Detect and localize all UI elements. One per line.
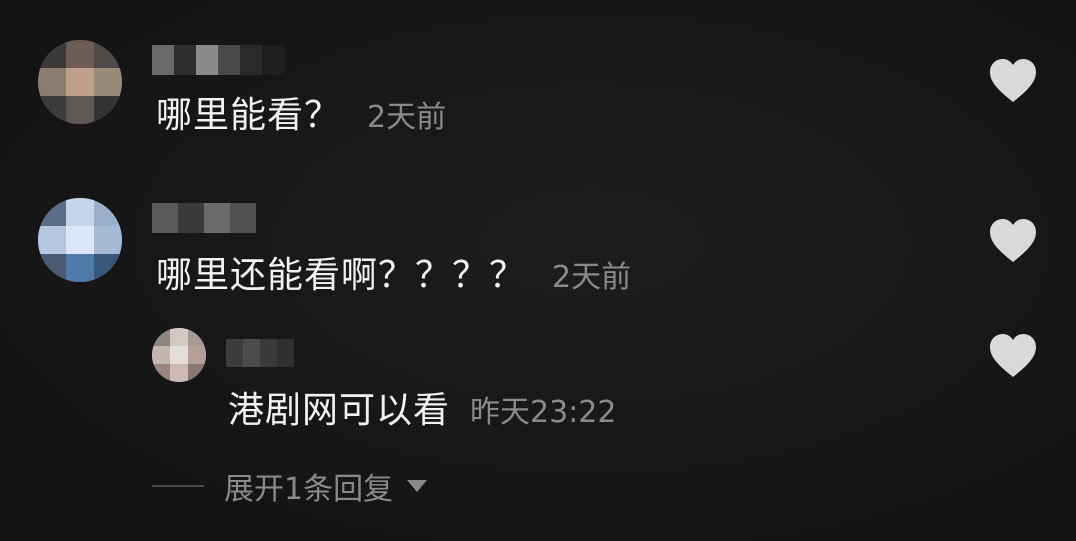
expand-replies-label: 展开1条回复 [224,472,394,507]
username-blurred[interactable] [226,339,294,367]
username-blurred[interactable] [152,203,256,233]
heart-icon[interactable] [988,333,1038,379]
avatar[interactable] [38,40,122,124]
avatar[interactable] [38,198,122,282]
divider-line [152,485,204,487]
reply-text: 港剧网可以看 昨天23:22 [228,391,616,433]
chevron-down-icon [407,480,428,492]
expand-replies-button[interactable]: 展开1条回复 [152,466,428,507]
comment-text: 哪里还能看啊？？？？ 2天前 [156,256,631,298]
heart-icon[interactable] [988,58,1038,104]
comment-time: 2天前 [367,100,447,135]
reply-time: 昨天23:22 [470,395,617,430]
reply-body: 港剧网可以看 [228,390,451,431]
comment-thread: 哪里能看？ 2天前 哪里还能看啊？？？？ 2天前 港剧网可以看 昨天23:22 … [0,0,1076,541]
comment-time: 2天前 [552,260,632,295]
username-blurred[interactable] [152,45,286,75]
comment-text: 哪里能看？ 2天前 [156,96,446,138]
comment-body: 哪里还能看啊？？？？ [156,255,527,296]
comment-body: 哪里能看？ [156,95,342,136]
avatar[interactable] [152,328,206,382]
heart-icon[interactable] [988,218,1038,264]
